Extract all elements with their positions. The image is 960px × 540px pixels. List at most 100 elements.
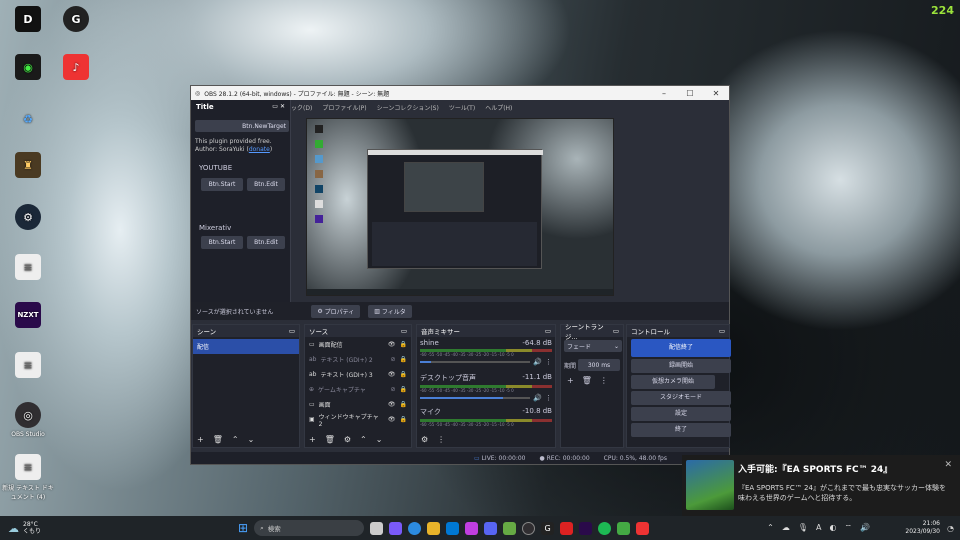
menu-item[interactable]: シーンコレクション(S) [377,103,439,112]
add-icon[interactable]: + [309,435,316,444]
minecraft-icon[interactable] [503,521,517,535]
start-virtual-camera-button[interactable]: 仮想カメラ開始 [631,375,715,389]
close-button[interactable]: ✕ [703,89,729,98]
eye-icon[interactable]: 👁 [388,341,396,348]
desktop-icon[interactable]: ≡ [0,254,56,283]
lock-icon[interactable]: 🔒 [400,356,407,363]
up-arrow-icon[interactable]: ⌃ [360,435,367,444]
dock-icon[interactable]: ▭ [289,327,295,335]
eye-icon[interactable]: 👁 [388,401,396,408]
trash-icon[interactable]: 🗑 [213,435,223,444]
chevron-up-icon[interactable]: ⌃ [767,523,774,533]
trash-icon[interactable]: 🗑 [582,376,592,385]
desktop-icon[interactable]: ⚙ [0,204,56,233]
exit-button[interactable]: 終了 [631,423,731,437]
gear-icon[interactable]: ⚙ [421,435,428,444]
spotify-icon[interactable] [598,521,612,535]
valorant-icon[interactable] [560,521,574,535]
menu-item[interactable]: ヘルプ(H) [485,103,512,112]
kebab-icon[interactable]: ⋮ [437,435,445,444]
desktop-icon[interactable]: ≡ 新規 テキスト ドキュメント (4) [0,454,56,501]
eye-off-icon[interactable]: ⊘ [390,356,395,363]
menu-item[interactable]: プロファイル(P) [322,103,366,112]
gear-icon[interactable]: ⚙ [344,435,351,444]
preview-canvas[interactable] [306,118,614,296]
toast-notification[interactable]: 入手可能:『EA SPORTS FC™ 24』 『EA SPORTS FC™ 2… [682,455,960,517]
nzxt-icon[interactable] [579,521,593,535]
kebab-icon[interactable]: ⋮ [545,394,552,402]
desktop-icon[interactable]: ♜ [0,152,56,181]
discord-icon[interactable] [484,521,498,535]
start-recording-button[interactable]: 録画開始 [631,359,731,373]
add-icon[interactable]: + [197,435,204,444]
desktop-icon[interactable]: ♻ [0,106,56,135]
edit-button[interactable]: Btn.Edit [247,178,285,191]
stop-streaming-button[interactable]: 配信終了 [631,339,731,357]
desktop-icon[interactable]: ≡ [0,352,56,381]
volume-slider[interactable] [420,397,531,399]
speaker-icon[interactable]: 🔊 [533,394,542,402]
donate-link[interactable]: donate [249,146,270,153]
cloud-icon[interactable]: ☁ [782,523,790,533]
start-button[interactable]: Btn.Start [201,236,243,249]
properties-button[interactable]: ⚙ プロパティ [311,304,361,318]
filters-button[interactable]: ▥ フィルタ [368,304,412,318]
eye-icon[interactable]: 👁 [388,371,396,378]
source-item[interactable]: ▭ 画面配信 👁 🔒 [305,337,411,352]
trash-icon[interactable]: 🗑 [325,435,335,444]
volume-icon[interactable]: 🔊 [860,523,870,533]
start-button[interactable]: Btn.Start [201,178,243,191]
lock-icon[interactable]: 🔒 [400,341,407,348]
obs-icon[interactable] [522,521,536,535]
store-icon[interactable] [446,521,460,535]
source-item[interactable]: ⊕ ゲームキャプチャ ⊘ 🔒 [305,382,411,397]
dock-icon[interactable]: ▭ [613,327,619,335]
close-icon[interactable]: ▭ ✕ [272,103,285,110]
notification-bell-icon[interactable]: ◔ [947,524,954,533]
eye-icon[interactable]: 👁 [388,416,396,423]
app-icon[interactable] [636,521,650,535]
source-item[interactable]: ab テキスト (GDI+) 2 ⊘ 🔒 [305,352,411,367]
duration-input[interactable]: 300 ms [578,359,620,371]
source-item[interactable]: ▭ 画面 👁 🔒 [305,397,411,412]
minimize-button[interactable]: – [651,89,677,98]
wifi-icon[interactable]: ⌔ [845,523,853,533]
up-arrow-icon[interactable]: ⌃ [232,435,239,444]
weather-widget[interactable]: ☁ 28°C くもり [8,521,98,535]
kebab-icon[interactable]: ⋮ [545,358,552,366]
settings-icon[interactable]: ◐ [830,523,837,533]
edge-icon[interactable] [408,521,422,535]
logitech-icon[interactable]: G [541,521,555,535]
desktop-icon[interactable]: ♪ [48,54,104,83]
scene-item[interactable]: 配信 [193,339,299,354]
edit-button[interactable]: Btn.Edit [247,236,285,249]
source-item[interactable]: ab テキスト (GDI+) 3 👁 🔒 [305,367,411,382]
desktop-icon-obs[interactable]: ◎ OBS Studio [0,402,56,438]
desktop-icon[interactable]: NZXT [0,302,56,331]
lock-icon[interactable]: 🔒 [400,386,407,393]
transition-select[interactable]: フェード ⌄ [564,340,622,352]
studio-mode-button[interactable]: スタジオモード [631,391,731,405]
dock-icon[interactable]: ▭ [401,327,407,335]
add-icon[interactable]: + [567,376,574,385]
desktop-icon[interactable]: G [48,6,104,35]
eye-off-icon[interactable]: ⊘ [390,386,395,393]
mic-icon[interactable]: 🎙 [798,523,808,533]
volume-slider[interactable] [420,361,531,363]
clock[interactable]: 21:06 2023/09/30 [905,520,940,536]
down-arrow-icon[interactable]: ⌄ [376,435,383,444]
windows-start-icon[interactable]: ⊞ [238,521,248,535]
task-view-icon[interactable] [370,521,384,535]
source-item[interactable]: ▣ ウィンドウキャプチャ 2 👁 🔒 [305,412,411,428]
speaker-icon[interactable]: 🔊 [533,358,542,366]
menu-item[interactable]: ツール(T) [449,103,475,112]
search-box[interactable]: ⌕ 検索 [254,520,365,536]
chat-icon[interactable] [389,521,403,535]
lock-icon[interactable]: 🔒 [400,401,407,408]
app-icon[interactable] [465,521,479,535]
font-icon[interactable]: A [816,523,821,533]
lock-icon[interactable]: 🔒 [400,416,407,423]
lock-icon[interactable]: 🔒 [400,371,407,378]
menu-item[interactable]: ック(D) [291,103,312,112]
dock-icon[interactable]: ▭ [719,327,725,335]
